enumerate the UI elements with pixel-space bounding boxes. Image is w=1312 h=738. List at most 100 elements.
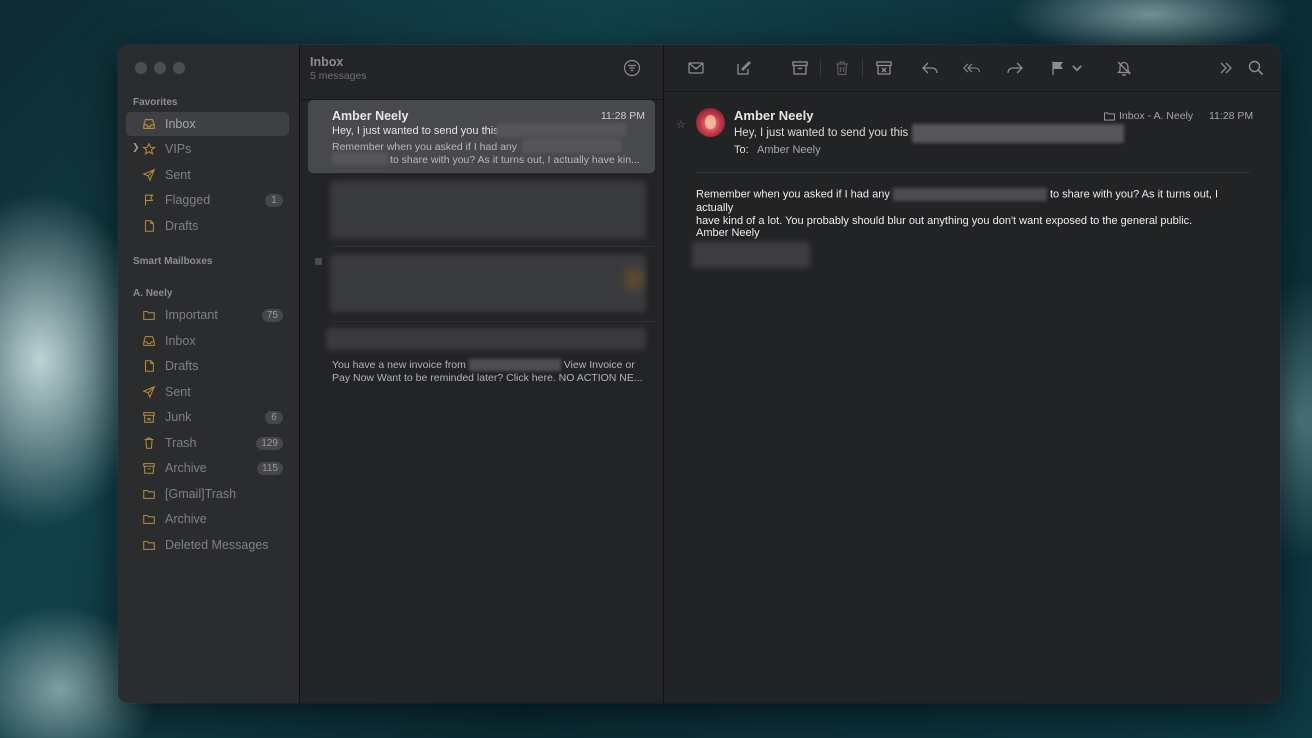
sidebar-item-deleted-messages[interactable]: Deleted Messages	[126, 533, 289, 557]
forward-button[interactable]	[1005, 58, 1025, 78]
compose-button[interactable]	[734, 58, 754, 78]
sidebar-item-label: VIPs	[165, 142, 192, 156]
folder-icon	[141, 537, 157, 553]
sidebar-item-junk[interactable]: Junk 6	[126, 405, 289, 429]
mailbox-location[interactable]: Inbox - A. Neely	[1104, 110, 1193, 122]
chevron-down-icon	[1072, 65, 1082, 72]
unread-count-badge: 6	[265, 410, 283, 424]
redacted-text	[522, 139, 622, 153]
filter-button[interactable]	[623, 59, 641, 77]
paper-plane-icon	[141, 384, 157, 400]
sidebar-item-sent[interactable]: Sent	[126, 163, 289, 187]
search-button[interactable]	[1246, 58, 1266, 78]
forward-icon	[1007, 62, 1023, 74]
sidebar-item-label: Drafts	[165, 219, 199, 233]
search-icon	[1248, 60, 1264, 76]
close-window-button[interactable]	[135, 62, 147, 74]
minimize-window-button[interactable]	[154, 62, 166, 74]
sidebar-item-label: Deleted Messages	[165, 538, 269, 552]
sidebar-item-label: Flagged	[165, 193, 211, 207]
reply-button[interactable]	[920, 58, 940, 78]
account-header[interactable]: A. Neely	[133, 288, 172, 299]
unread-count-badge: 75	[261, 308, 283, 322]
invoice-preview-line: View Invoice or	[563, 359, 635, 371]
document-icon	[141, 358, 157, 374]
flag-menu-button[interactable]	[1070, 58, 1084, 78]
message-time: 11:28 PM	[600, 110, 645, 122]
message-row[interactable]	[308, 179, 655, 241]
to-label: To:	[734, 144, 749, 156]
message-row[interactable]	[308, 252, 655, 316]
sidebar-item-trash[interactable]: Trash 129	[126, 431, 289, 455]
reply-icon	[922, 62, 938, 74]
unread-count-badge: 1	[265, 193, 283, 207]
sidebar-item-label: Inbox	[165, 334, 196, 348]
reader-subject: Hey, I just wanted to send you this	[734, 127, 909, 139]
body-text: Remember when you asked if I had any	[696, 188, 890, 201]
redacted-signature	[692, 242, 810, 268]
folder-icon	[141, 486, 157, 502]
star-icon	[141, 141, 157, 157]
message-body: Remember when you asked if I had any to …	[696, 188, 1256, 229]
delete-button[interactable]	[832, 58, 852, 78]
header-separator	[696, 172, 1250, 173]
disclosure-chevron-icon[interactable]: ❯	[132, 142, 140, 153]
folder-icon	[141, 511, 157, 527]
flag-button[interactable]	[1048, 58, 1068, 78]
mailbox-title: Inbox	[310, 55, 344, 69]
reading-pane: ☆ Amber Neely Hey, I just wanted to send…	[664, 45, 1280, 703]
redacted-header	[326, 328, 646, 350]
sidebar-item-vips[interactable]: ❯ VIPs	[126, 137, 289, 161]
sidebar-item-label: Junk	[165, 410, 192, 424]
avatar	[696, 108, 725, 137]
sidebar-item-drafts[interactable]: Drafts	[126, 214, 289, 238]
mute-button[interactable]	[1114, 58, 1134, 78]
invoice-preview-line: You have a new invoice from	[332, 359, 466, 371]
star-icon[interactable]: ☆	[676, 118, 686, 131]
invoice-preview-line: Pay Now Want to be reminded later? Click…	[332, 372, 643, 384]
redacted-message	[330, 181, 646, 239]
sidebar-item-label: Archive	[165, 461, 207, 475]
sidebar-item-label: Trash	[165, 436, 197, 450]
window-controls	[135, 62, 185, 74]
redacted-text	[892, 188, 1047, 201]
sidebar-item-flagged[interactable]: Flagged 1	[126, 188, 289, 212]
message-subject: Hey, I just wanted to send you this	[332, 125, 499, 137]
sidebar-item-account-drafts[interactable]: Drafts	[126, 354, 289, 378]
archive-icon	[792, 61, 808, 75]
sidebar: Favorites Inbox ❯ VIPs Sent Flagged 1 Dr…	[118, 45, 300, 703]
smart-mailboxes-header[interactable]: Smart Mailboxes	[133, 256, 212, 267]
signature-name: Amber Neely	[696, 227, 760, 239]
redacted-text	[468, 359, 561, 372]
filter-icon	[623, 59, 641, 77]
junk-button[interactable]	[874, 58, 894, 78]
row-separator	[332, 246, 655, 247]
sidebar-item-label: Sent	[165, 168, 191, 182]
trash-icon	[141, 435, 157, 451]
sidebar-item-gmail-trash[interactable]: [Gmail]Trash	[126, 482, 289, 506]
redacted-text	[332, 152, 388, 165]
sidebar-item-archive-folder[interactable]: Archive	[126, 507, 289, 531]
document-icon	[141, 218, 157, 234]
reader-sender: Amber Neely	[734, 108, 814, 123]
sidebar-item-archive[interactable]: Archive 115	[126, 456, 289, 480]
archive-button[interactable]	[790, 58, 810, 78]
sidebar-item-label: [Gmail]Trash	[165, 487, 237, 501]
flag-icon	[1052, 61, 1063, 75]
reply-all-icon	[963, 63, 980, 73]
recipient[interactable]: Amber Neely	[757, 144, 821, 156]
sidebar-item-account-sent[interactable]: Sent	[126, 380, 289, 404]
unread-count-badge: 115	[257, 461, 283, 475]
zoom-window-button[interactable]	[173, 62, 185, 74]
get-mail-button[interactable]	[686, 58, 706, 78]
mailbox-location-label: Inbox - A. Neely	[1119, 110, 1194, 122]
sidebar-item-important[interactable]: Important 75	[126, 303, 289, 327]
redacted-text	[912, 124, 1124, 143]
more-toolbar-button[interactable]	[1216, 58, 1236, 78]
sidebar-item-account-inbox[interactable]: Inbox	[126, 329, 289, 353]
redacted-attachment-icon	[625, 268, 643, 290]
reply-all-button[interactable]	[962, 58, 982, 78]
sidebar-item-inbox[interactable]: Inbox	[126, 112, 289, 136]
message-row-selected[interactable]: Amber Neely 11:28 PM Hey, I just wanted …	[308, 100, 655, 173]
bell-slash-icon	[1116, 61, 1132, 77]
